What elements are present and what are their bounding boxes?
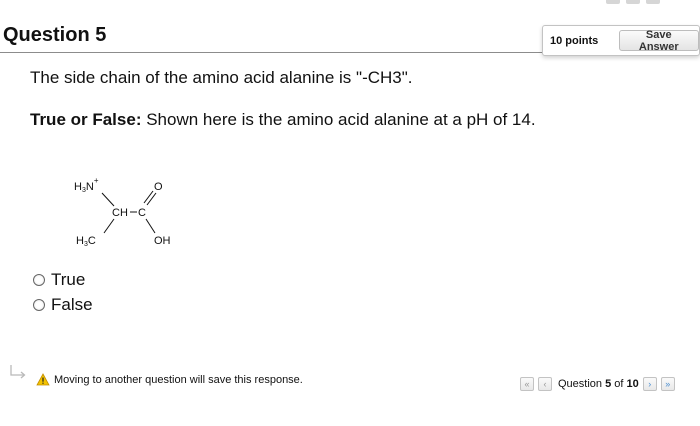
option-false-label: False bbox=[51, 295, 93, 314]
alanine-structure-image: H3N+ O CH C H3C OH bbox=[74, 176, 171, 248]
double-chevron-left-icon[interactable]: « bbox=[520, 377, 534, 391]
question-statement: The side chain of the amino acid alanine… bbox=[30, 68, 413, 88]
prompt-text: Shown here is the amino acid alanine at … bbox=[141, 110, 536, 129]
double-chevron-right-icon[interactable]: » bbox=[660, 377, 675, 391]
warning-triangle-icon bbox=[36, 373, 50, 386]
chevron-right-icon[interactable]: › bbox=[642, 377, 657, 391]
molecule-o-label: O bbox=[154, 181, 163, 193]
molecule-ch3-label: H3C bbox=[76, 235, 96, 248]
points-label: 10 points bbox=[550, 34, 599, 47]
option-true-label: True bbox=[51, 270, 86, 289]
points-panel: 10 points Save Answer bbox=[542, 25, 700, 56]
option-false[interactable]: False bbox=[33, 295, 93, 315]
pager-status: Question 5 of 10 bbox=[558, 378, 639, 390]
molecule-oh-label: OH bbox=[154, 235, 171, 247]
pager-total: 10 bbox=[626, 378, 639, 390]
pager-prefix: Question bbox=[558, 378, 603, 390]
save-answer-button[interactable]: Save Answer bbox=[618, 29, 699, 53]
warning-text: Moving to another question will save thi… bbox=[54, 373, 303, 386]
save-warning: Moving to another question will save thi… bbox=[36, 373, 303, 386]
radio-false[interactable] bbox=[33, 299, 45, 311]
molecule-ch-label: CH bbox=[112, 207, 128, 219]
pager-of: of bbox=[614, 378, 624, 390]
return-arrow-icon bbox=[10, 365, 26, 379]
option-true[interactable]: True bbox=[33, 270, 85, 290]
question-prompt: True or False: Shown here is the amino a… bbox=[30, 110, 536, 130]
pager-current: 5 bbox=[605, 378, 612, 390]
question-title: Question 5 bbox=[3, 24, 107, 46]
chevron-left-icon[interactable]: ‹ bbox=[538, 377, 552, 391]
statement-text: The side chain of the amino acid alanine… bbox=[30, 68, 413, 87]
top-tab-strip bbox=[606, 0, 660, 4]
prompt-bold: True or False: bbox=[30, 110, 142, 129]
molecule-c-label: C bbox=[138, 207, 146, 219]
question-pager: « ‹ Question 5 of 10 › » bbox=[520, 377, 679, 391]
molecule-nh3-label: H3N+ bbox=[74, 176, 99, 194]
radio-true[interactable] bbox=[33, 274, 45, 286]
